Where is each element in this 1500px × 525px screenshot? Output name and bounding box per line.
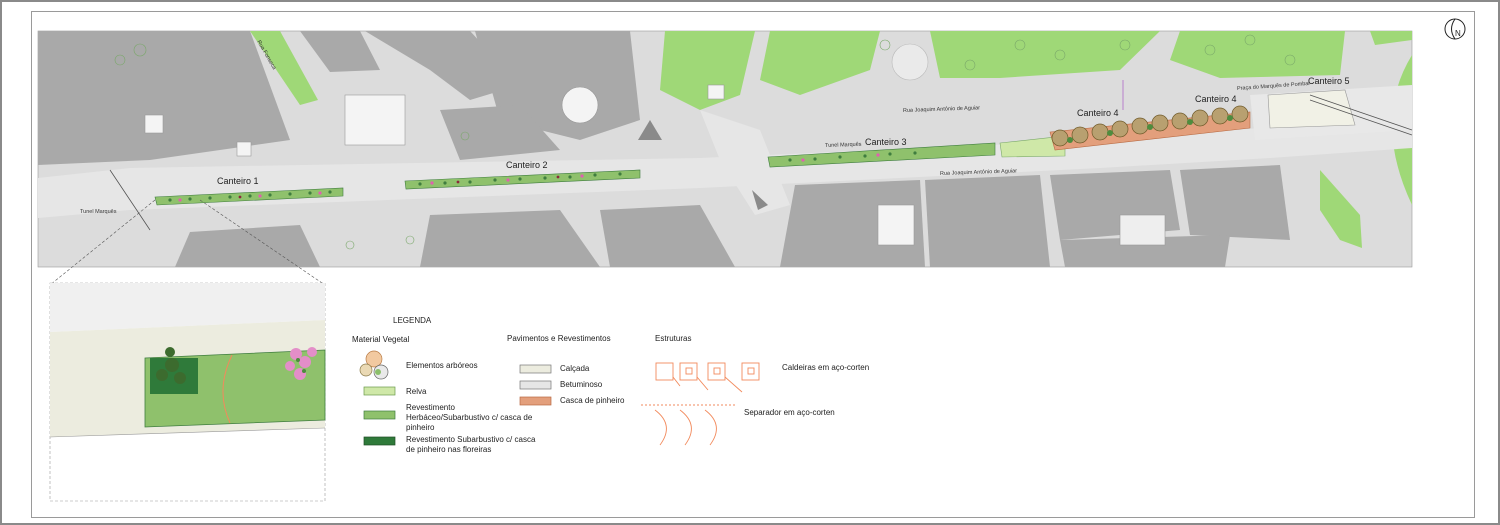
north-letter: N xyxy=(1455,29,1461,38)
legend-separador: Separador em aço-corten xyxy=(744,408,835,417)
canteiro-4-label: Canteiro 4 xyxy=(1077,108,1119,118)
canteiro-4b-label: Canteiro 4 xyxy=(1195,94,1237,104)
canteiro-3-label: Canteiro 3 xyxy=(865,137,907,147)
legend-title: LEGENDA xyxy=(393,316,432,325)
site-plan xyxy=(37,30,1413,268)
pavimentos-heading: Pavimentos e Revestimentos xyxy=(507,334,611,343)
material-vegetal-heading: Material Vegetal xyxy=(352,335,410,344)
legend-revestimento-herbaceo: Revestimento Herbáceo/Subarbustivo c/ ca… xyxy=(406,403,533,432)
legend-betuminoso: Betuminoso xyxy=(560,380,603,389)
legend-revestimento-subarbustivo: Revestimento Subarbustivo c/ casca de pi… xyxy=(406,435,536,454)
detail-inset xyxy=(49,282,326,502)
legend-calcada: Calçada xyxy=(560,364,590,373)
tunel-marques-left-label: Tunel Marquês xyxy=(80,209,117,215)
legend-caldeiras: Caldeiras em aço-corten xyxy=(782,363,870,372)
canteiro-1-label: Canteiro 1 xyxy=(217,176,259,186)
legend-elementos-arboreos: Elementos arbóreos xyxy=(406,361,478,370)
legend-relva: Relva xyxy=(406,387,427,396)
tree-symbol xyxy=(359,350,389,380)
canteiro-5-label: Canteiro 5 xyxy=(1308,76,1350,86)
plan-drawing xyxy=(37,30,1413,502)
separador-symbol xyxy=(641,404,735,446)
tunel-marques-right-label: Tunel Marquês xyxy=(824,141,862,149)
caldeiras-symbol xyxy=(655,362,760,393)
canteiro-2-label: Canteiro 2 xyxy=(506,160,548,170)
estruturas-heading: Estruturas xyxy=(655,334,692,343)
legend-casca-pinheiro: Casca de pinheiro xyxy=(560,396,625,405)
